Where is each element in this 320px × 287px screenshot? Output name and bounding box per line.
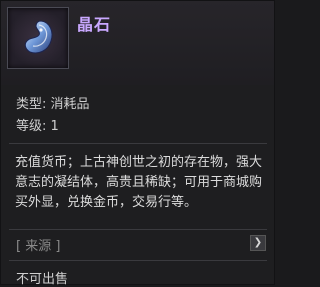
divider (9, 143, 267, 144)
item-level: 等级: 1 (16, 119, 59, 134)
crystal-gem-icon (24, 20, 53, 54)
item-description: 充值货币；上古神创世之初的存在物，强大意志的凝结体，高贵且稀缺；可用于商城购买外… (15, 155, 263, 210)
tooltip-header: 晶石 (1, 1, 274, 85)
item-tooltip: 晶石 类型: 消耗品 等级: 1 充值货币；上古神创世之初的存在物，强大意志的凝… (0, 0, 275, 287)
divider (9, 260, 267, 261)
item-icon-slot (7, 7, 69, 69)
item-name: 晶石 (77, 15, 112, 34)
trade-status: 不可出售 (16, 272, 69, 287)
source-row[interactable]: [ 来源 ] ❯ (1, 233, 274, 255)
source-label: [ 来源 ] (16, 239, 61, 254)
item-type: 类型: 消耗品 (16, 97, 90, 112)
source-expand-arrow-icon[interactable]: ❯ (250, 235, 266, 251)
divider (9, 229, 267, 230)
